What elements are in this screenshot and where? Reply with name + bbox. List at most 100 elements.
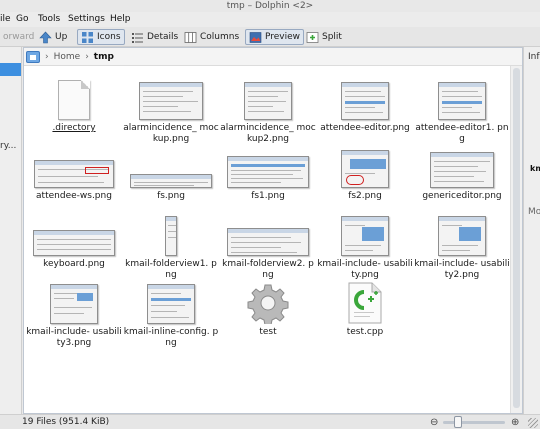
file-item[interactable]: kmail-include- usability3.png [26, 274, 122, 349]
file-name: attendee-ws.png [36, 191, 112, 201]
image-thumbnail-icon [227, 228, 309, 256]
file-name: test.cpp [346, 327, 384, 337]
file-item[interactable]: attendee-editor1. png [414, 70, 510, 145]
up-button[interactable]: Up [36, 29, 70, 45]
file-name: genericeditor.png [422, 191, 502, 201]
file-item[interactable]: attendee-editor.png [317, 70, 413, 134]
menu-file[interactable]: ile [0, 13, 11, 26]
file-item[interactable]: test.cpp [317, 274, 413, 338]
zoom-out-icon[interactable]: ⊖ [430, 417, 438, 428]
file-name: fs1.png [251, 191, 285, 201]
info-panel-heading: Inf [528, 52, 540, 62]
status-bar: 19 Files (951.4 KiB) ⊖ ⊕ [0, 414, 540, 429]
information-panel: Inf km Mo [523, 47, 540, 414]
places-item-fragment[interactable]: ry... [0, 141, 21, 151]
icons-label: Icons [97, 32, 121, 42]
file-item[interactable]: kmail-folderview2. png [220, 206, 316, 281]
image-thumbnail-icon [34, 160, 114, 188]
file-item[interactable]: fs1.png [220, 138, 316, 202]
file-item[interactable]: fs.png [123, 138, 219, 202]
image-thumbnail-icon [227, 156, 309, 188]
info-panel-more[interactable]: Mo [528, 207, 540, 217]
forward-label: orward [3, 32, 35, 42]
menu-go[interactable]: Go [16, 13, 28, 26]
columns-label: Columns [200, 32, 240, 42]
icons-view-button[interactable]: Icons [77, 29, 125, 45]
preview-button[interactable]: Preview [245, 29, 305, 45]
file-item[interactable]: alarmincidence_ mockup2.png [220, 70, 316, 145]
details-view-icon [132, 32, 143, 43]
scrollbar-thumb[interactable] [513, 68, 520, 408]
split-icon [306, 31, 319, 43]
file-item[interactable]: genericeditor.png [414, 138, 510, 202]
title-bar: tmp – Dolphin <2> [0, 0, 540, 12]
places-selected-item[interactable] [0, 63, 21, 76]
file-item[interactable]: .directory [26, 70, 122, 134]
file-name: fs2.png [348, 191, 382, 201]
up-arrow-icon [39, 31, 52, 43]
menu-bar: ile Go Tools Settings Help [0, 12, 540, 27]
home-folder-icon[interactable] [26, 50, 40, 63]
vertical-scrollbar[interactable] [510, 66, 522, 413]
menu-settings[interactable]: Settings [68, 13, 105, 26]
image-thumbnail-icon [33, 230, 115, 256]
file-name: kmail-include- usability2.png [414, 259, 510, 280]
image-thumbnail-icon [147, 284, 195, 324]
details-label: Details [147, 32, 179, 42]
image-thumbnail-icon [430, 152, 494, 188]
zoom-slider-handle[interactable] [454, 416, 462, 428]
image-thumbnail-icon [341, 82, 389, 120]
details-view-button[interactable]: Details [128, 29, 181, 45]
image-thumbnail-icon [165, 216, 177, 256]
image-thumbnail-icon [139, 82, 203, 120]
breadcrumb-separator-icon: › [85, 51, 89, 62]
image-thumbnail-icon [244, 82, 292, 120]
file-item[interactable]: test [220, 274, 316, 338]
image-thumbnail-icon [438, 216, 486, 256]
up-label: Up [55, 32, 68, 42]
menu-tools[interactable]: Tools [38, 13, 60, 26]
preview-label: Preview [265, 32, 301, 42]
breadcrumb[interactable]: › Home › tmp [24, 48, 522, 66]
file-item[interactable]: kmail-include- usability2.png [414, 206, 510, 281]
zoom-slider[interactable] [443, 421, 505, 424]
file-name: .directory [52, 123, 96, 133]
breadcrumb-current[interactable]: tmp [94, 52, 114, 62]
split-label: Split [322, 32, 342, 42]
image-thumbnail-icon [50, 284, 98, 324]
toolbar: orward Up Icons Details Columns Preview … [0, 27, 540, 47]
file-item[interactable]: kmail-inline-config. png [123, 274, 219, 349]
columns-view-icon [184, 31, 197, 43]
file-item[interactable]: alarmincidence_ mockup.png [123, 70, 219, 145]
window-title: tmp – Dolphin <2> [226, 1, 314, 11]
file-name: test [259, 327, 277, 337]
resize-grip-icon[interactable] [528, 418, 538, 428]
file-item[interactable]: kmail-include- usability.png [317, 206, 413, 281]
image-thumbnail-icon [341, 216, 389, 256]
file-item[interactable]: fs2.png [317, 138, 413, 202]
places-panel: ry... [0, 47, 22, 414]
file-name: fs.png [157, 191, 185, 201]
file-grid: .directory alarmincidence_ mockup.png al… [24, 66, 510, 413]
info-panel-filename: km [530, 164, 540, 173]
image-thumbnail-icon [130, 174, 212, 188]
image-thumbnail-icon [438, 82, 486, 120]
file-item[interactable]: attendee-ws.png [26, 138, 122, 202]
menu-help[interactable]: Help [110, 13, 131, 26]
file-name: attendee-editor.png [320, 123, 410, 133]
executable-gear-icon [247, 284, 289, 324]
forward-button[interactable]: orward [0, 29, 37, 45]
zoom-in-icon[interactable]: ⊕ [511, 417, 519, 428]
file-item[interactable]: keyboard.png [26, 206, 122, 270]
text-file-icon [58, 80, 90, 120]
file-name: keyboard.png [43, 259, 105, 269]
icons-view-icon [82, 31, 93, 43]
file-item[interactable]: kmail-folderview1. png [123, 206, 219, 281]
breadcrumb-home[interactable]: Home [54, 52, 81, 62]
split-button[interactable]: Split [303, 29, 345, 45]
columns-view-button[interactable]: Columns [181, 29, 242, 45]
cpp-source-icon [348, 282, 382, 324]
status-text: 19 Files (951.4 KiB) [22, 417, 110, 427]
file-name: kmail-inline-config. png [123, 327, 219, 348]
breadcrumb-separator-icon: › [45, 51, 49, 62]
